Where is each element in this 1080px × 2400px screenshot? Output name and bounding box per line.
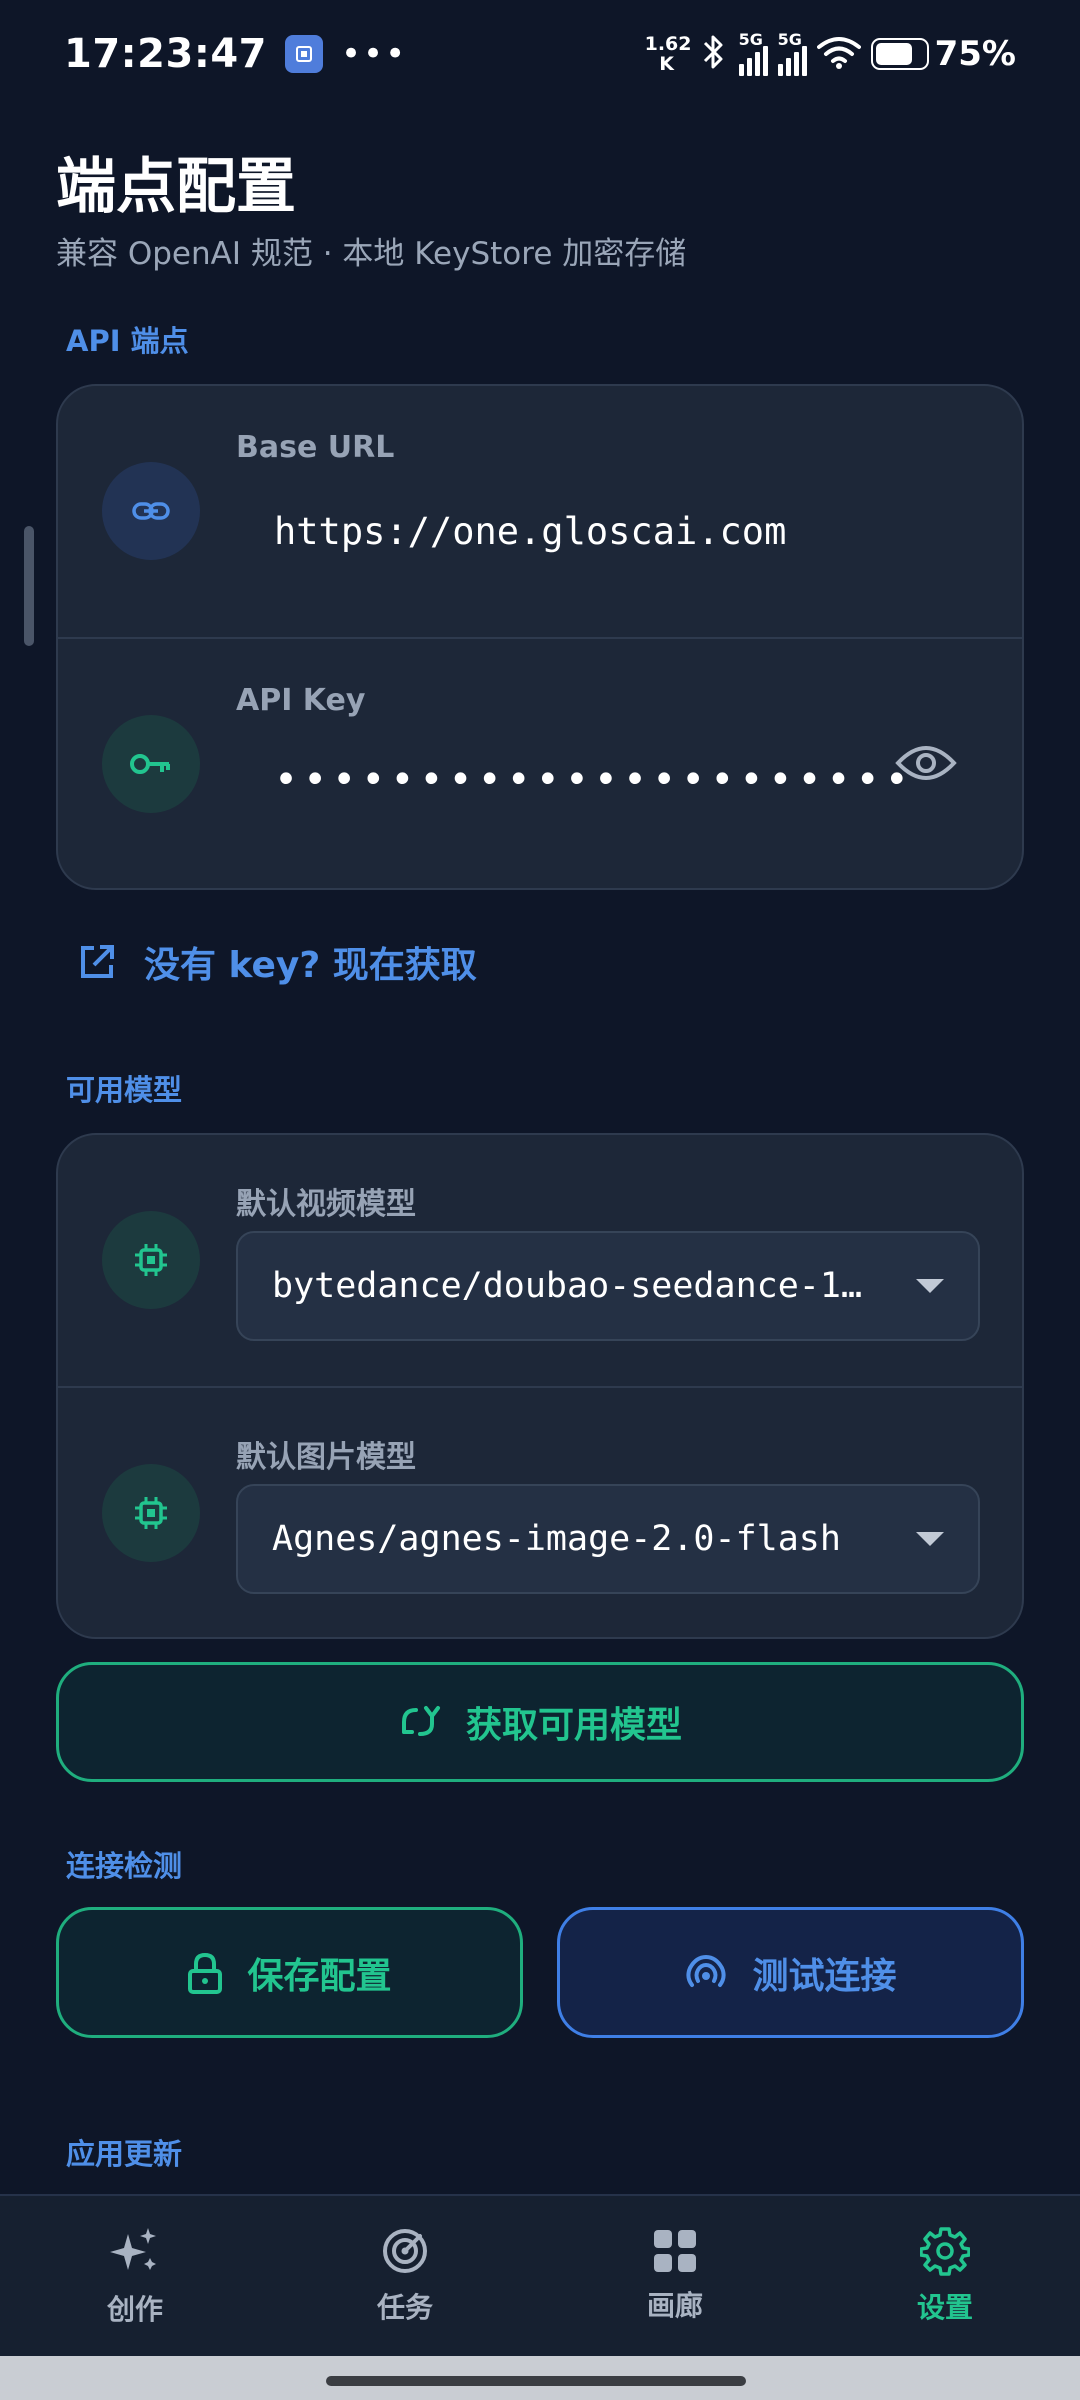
fetch-models-button[interactable]: 获取可用模型 (56, 1662, 1024, 1782)
section-label-models: 可用模型 (66, 1073, 183, 1107)
api-key-input[interactable]: •••••••••••••••••••••• (274, 757, 914, 803)
section-label-update: 应用更新 (66, 2137, 183, 2171)
battery-icon: 75% (870, 34, 1016, 74)
save-config-label: 保存配置 (247, 1955, 392, 1997)
chip-icon (102, 1211, 200, 1309)
gesture-handle[interactable] (326, 2376, 746, 2386)
test-connection-button[interactable]: 测试连接 (557, 1907, 1024, 2038)
lock-icon (188, 1952, 223, 1994)
page-title: 端点配置 (56, 152, 296, 222)
nav-item-settings[interactable]: 设置 (810, 2196, 1080, 2356)
network-speed: 1.62 K (644, 33, 692, 75)
wifi-icon (816, 35, 861, 73)
sim1-signal-icon: 5G (738, 30, 768, 76)
image-model-row: 默认图片模型 Agnes/agnes-image-2.0-flash (58, 1386, 1022, 1637)
dropdown-arrow-icon (916, 1279, 944, 1293)
status-time: 17:23:47 (64, 31, 267, 77)
section-label-connection: 连接检测 (66, 1849, 183, 1883)
nav-item-tasks[interactable]: 任务 (270, 2196, 540, 2356)
signal-icon (686, 1954, 727, 1987)
dropdown-arrow-icon (916, 1532, 944, 1546)
models-card: 默认视频模型 bytedance/doubao-seedance-1… 默认图片… (56, 1133, 1024, 1639)
save-config-button[interactable]: 保存配置 (56, 1907, 523, 2038)
bottom-navigation: 创作 任务 画廊 设置 (0, 2194, 1080, 2356)
get-key-link-text: 没有 key? 现在获取 (144, 945, 477, 986)
chip-icon (102, 1464, 200, 1562)
page-subtitle: 兼容 OpenAI 规范 · 本地 KeyStore 加密存储 (56, 236, 687, 272)
external-link-icon (81, 945, 114, 978)
test-connection-label: 测试连接 (752, 1955, 897, 1997)
get-key-link[interactable]: 没有 key? 现在获取 (78, 936, 477, 988)
base-url-row[interactable]: Base URL https://one.gloscai.com (58, 386, 1022, 637)
video-model-select[interactable]: bytedance/doubao-seedance-1… (236, 1231, 980, 1341)
grid-icon (654, 2230, 696, 2272)
base-url-label: Base URL (236, 430, 395, 465)
app-notification-icon (284, 35, 323, 73)
fetch-models-label: 获取可用模型 (465, 1705, 682, 1746)
bluetooth-icon (699, 33, 729, 75)
gear-icon (920, 2227, 970, 2276)
more-notifications-icon: ••• (340, 34, 408, 74)
link-icon (102, 462, 200, 560)
sparkles-icon (110, 2228, 156, 2270)
sync-icon (401, 1706, 440, 1736)
video-model-row: 默认视频模型 bytedance/doubao-seedance-1… (58, 1135, 1022, 1386)
sim2-signal-icon: 5G (777, 30, 807, 76)
toggle-visibility-button[interactable] (890, 733, 962, 793)
image-model-label: 默认图片模型 (236, 1440, 416, 1475)
api-key-label: API Key (236, 683, 366, 718)
image-model-select[interactable]: Agnes/agnes-image-2.0-flash (236, 1484, 980, 1594)
status-bar: 17:23:47 ••• 1.62 K 5G 5G 75% (0, 0, 1080, 108)
section-label-api: API 端点 (66, 324, 189, 358)
gesture-bar (0, 2356, 1080, 2400)
eye-icon (895, 746, 957, 780)
base-url-input[interactable]: https://one.gloscai.com (274, 510, 786, 553)
scrollbar-thumb[interactable] (24, 526, 34, 646)
video-model-label: 默认视频模型 (236, 1187, 416, 1222)
nav-item-create[interactable]: 创作 (0, 2196, 270, 2356)
radar-icon (383, 2229, 427, 2273)
api-key-row[interactable]: API Key •••••••••••••••••••••• (58, 637, 1022, 888)
nav-item-gallery[interactable]: 画廊 (540, 2196, 810, 2356)
key-icon (102, 715, 200, 813)
api-endpoint-card: Base URL https://one.gloscai.com API Key… (56, 384, 1024, 890)
